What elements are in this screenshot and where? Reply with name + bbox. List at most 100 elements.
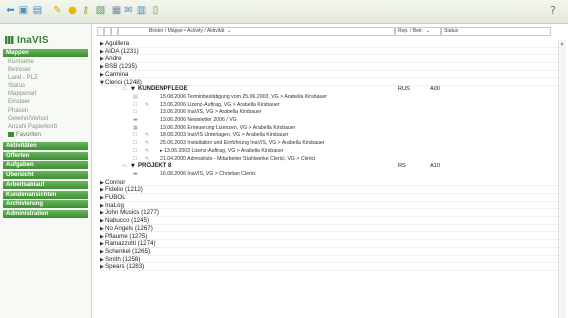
sidebar-item[interactable]: Anzahl Papierkorb bbox=[3, 123, 88, 131]
tree-group-label: Connor bbox=[105, 178, 126, 186]
tree-group-row[interactable]: ▶No Angels (1267) bbox=[100, 225, 558, 233]
bulb-icon[interactable]: ● bbox=[66, 4, 79, 17]
activity-type-icon: ▤ bbox=[133, 93, 138, 100]
sidebar-section[interactable]: Archivierung bbox=[3, 200, 88, 209]
activity-text: 15.08.2006 Terminbestätigung vom 25.06.2… bbox=[160, 93, 328, 100]
activity-row[interactable]: ▬ 16.08.2006 InaVIS, VG > Christian Cleri… bbox=[100, 171, 558, 179]
vertical-scrollbar[interactable] bbox=[558, 40, 566, 318]
activity-type-icon: ☐ bbox=[133, 101, 138, 108]
tree-group-row[interactable]: ▶Spears (1283) bbox=[100, 263, 558, 271]
sidebar-item[interactable]: Einsteer bbox=[3, 98, 88, 106]
trash-icon[interactable]: ▯ bbox=[149, 4, 162, 17]
tree-group-label: FUBOL bbox=[105, 194, 126, 201]
tree-group-row[interactable]: ▶BSB (1235) bbox=[100, 63, 558, 71]
sidebar-item[interactable]: Phasen bbox=[3, 107, 88, 115]
tree-group-label: Clerici (1248) bbox=[105, 78, 142, 86]
caret-down-icon[interactable]: ▼ bbox=[131, 86, 135, 94]
tree-group-row[interactable]: ▶Ramazzotti (1274) bbox=[100, 240, 558, 248]
image-icon[interactable]: ▧ bbox=[94, 4, 107, 17]
back-arrow-icon[interactable]: ⬅ bbox=[4, 4, 17, 17]
activity-row[interactable]: ☐ 13.06.2006 InaVIS, VG > Arabella Kirsba… bbox=[100, 109, 558, 117]
sidebar-section[interactable]: Übersicht bbox=[3, 171, 88, 180]
column-toggle-3[interactable] bbox=[111, 27, 118, 36]
tree-group-label: AIDA (1231) bbox=[105, 47, 139, 55]
activity-text: 13.06.2006 InaVIS, VG > Arabella Kirsbau… bbox=[160, 109, 262, 116]
activity-row[interactable]: ▬ 13.06.2006 Newsletter 2006 / VG bbox=[100, 117, 558, 125]
activity-row[interactable]: ▦ 13.06.2006 Erneuerung Lizenzen, VG > Ar… bbox=[100, 125, 558, 133]
activity-row[interactable]: ▤ 15.08.2006 Terminbestätigung vom 25.06.… bbox=[100, 94, 558, 102]
column-header-main[interactable]: Binder / Mappe • Activity / Aktivität ⌄ bbox=[118, 27, 395, 36]
sidebar-item[interactable]: Gewinn/Verlust bbox=[3, 115, 88, 123]
activity-row[interactable]: ☐ ✎ 18.08.2003 InaVIS Unterlagen, VG > Ara… bbox=[100, 132, 558, 140]
activity-type-icon: ▬ bbox=[133, 117, 138, 123]
activity-type-icon: ☐ bbox=[133, 132, 138, 139]
tree-group-row[interactable]: ▶Pflaume (1275) bbox=[100, 233, 558, 241]
tree-section-row[interactable]: ▭ ▼ PROJEKT 8 RS A10 bbox=[100, 163, 558, 171]
column-header-status-label: Status bbox=[444, 28, 459, 34]
tree-group-row[interactable]: ▶Fidelio (1212) bbox=[100, 186, 558, 194]
column-header-rep-label: Rep. / Betr. bbox=[398, 28, 424, 34]
tree-group-row[interactable]: ▶Carmina bbox=[100, 71, 558, 79]
module-icon[interactable]: ▣ bbox=[17, 4, 30, 17]
sidebar-section[interactable]: Aufgaben bbox=[3, 161, 88, 170]
activity-row[interactable]: ☐ ✎ 25.06.2003 Installation und Einführung… bbox=[100, 140, 558, 148]
tree-group-row[interactable]: ▶Smith (1258) bbox=[100, 256, 558, 264]
tree-group-row[interactable]: ▶Aguillera bbox=[100, 40, 558, 48]
activity-row[interactable]: ☐ ✎ 13.06.2006 Lizenz-Auftrag, VG > Arabel… bbox=[100, 102, 558, 110]
edit-pencil-icon: ✎ bbox=[145, 155, 150, 162]
activity-row[interactable]: ☐ ✎ ▸ 13.06.2003 Lizenz-Auftrag, VG > Arab… bbox=[100, 148, 558, 156]
activity-row[interactable]: ☐ ✎ 21.04.2000 Adressliste - Mitarbeiter S… bbox=[100, 156, 558, 164]
folder-icon bbox=[8, 132, 14, 138]
column-header-rep[interactable]: Rep. / Betr. ⌄ bbox=[395, 27, 441, 36]
sidebar-item[interactable]: Mappenart bbox=[3, 90, 88, 98]
sort-chevron-icon: ⌄ bbox=[225, 28, 232, 34]
help-icon[interactable]: ? bbox=[550, 4, 562, 17]
rep-value: RS bbox=[398, 163, 406, 170]
sidebar-section[interactable]: Offerten bbox=[3, 151, 88, 160]
sidebar-item-favoriten[interactable]: Favoriten bbox=[3, 131, 88, 139]
scroll-up-arrow-icon[interactable]: ▴ bbox=[558, 40, 566, 48]
window-icon[interactable]: ▤ bbox=[31, 4, 44, 17]
sidebar-section[interactable]: Aktivitäten bbox=[3, 142, 88, 150]
sidebar-item[interactable]: Kunname bbox=[3, 58, 88, 66]
sidebar-section[interactable]: Arbeitsablauf bbox=[3, 180, 88, 189]
rep-value: RUS bbox=[398, 86, 410, 93]
tree-group-label: Nabucco (1245) bbox=[105, 217, 150, 225]
sidebar-section[interactable]: Administration bbox=[3, 209, 88, 218]
edit-pencil-icon: ✎ bbox=[145, 132, 150, 139]
column-toggle-2[interactable] bbox=[104, 27, 111, 36]
tree-group-label: Schenkel (1265) bbox=[105, 247, 151, 255]
activity-type-icon: ☐ bbox=[133, 147, 138, 154]
sidebar-section-mappen[interactable]: Mappen bbox=[3, 49, 88, 57]
tree-group-row[interactable]: ▶Connor bbox=[100, 179, 558, 187]
caret-down-icon[interactable]: ▼ bbox=[131, 163, 135, 171]
tree-group-row[interactable]: ▶FUBOL bbox=[100, 194, 558, 202]
activity-type-icon: ▦ bbox=[133, 124, 138, 131]
column-header-status[interactable]: Status bbox=[441, 27, 551, 36]
tree-group-row[interactable]: ▶Nabucco (1245) bbox=[100, 217, 558, 225]
mail-icon[interactable]: ✉ bbox=[122, 4, 135, 17]
sidebar-item[interactable]: Status bbox=[3, 82, 88, 90]
tree-group-row[interactable]: ▶InaLog bbox=[100, 202, 558, 210]
sidebar-item-label: Favoriten bbox=[16, 131, 42, 138]
activity-type-icon: ▬ bbox=[133, 170, 138, 177]
tree-section-row[interactable]: ▭ ▼ KUNDENPFLEGE RUS A00 bbox=[100, 86, 558, 94]
column-toggle-1[interactable] bbox=[97, 27, 104, 36]
tree-group-row[interactable]: ▶John Musics (1277) bbox=[100, 209, 558, 218]
tree-group-row[interactable]: ▶AIDA (1231) bbox=[100, 48, 558, 56]
sidebar-item[interactable]: Betreuer bbox=[3, 66, 88, 74]
pen-icon[interactable]: ✎ bbox=[51, 4, 64, 17]
sidebar-item[interactable]: Land - PLZ bbox=[3, 74, 88, 82]
tree-group-row[interactable]: ▶Andre bbox=[100, 55, 558, 64]
tree-group-row[interactable]: ▼Clerici (1248) bbox=[100, 79, 558, 87]
edit-pencil-icon: ✎ bbox=[145, 101, 150, 108]
sidebar-section[interactable]: Kundenansichten bbox=[3, 190, 88, 199]
tree-group-label: John Musics (1277) bbox=[105, 209, 159, 217]
activity-text: 21.04.2000 Adressliste - Mitarbeiter Sta… bbox=[160, 155, 316, 162]
logo: InaVIS bbox=[5, 34, 49, 46]
toolbar: ⬅ ▣ ▤ ✎ ● ⚷ ▧ ▦ ✉ ▥ ▯ ? bbox=[0, 0, 568, 24]
key-icon[interactable]: ⚷ bbox=[79, 4, 92, 17]
sort-chevron-icon: ⌄ bbox=[424, 28, 430, 34]
tree-group-row[interactable]: ▶Schenkel (1265) bbox=[100, 248, 558, 256]
print-icon[interactable]: ▥ bbox=[135, 4, 148, 17]
